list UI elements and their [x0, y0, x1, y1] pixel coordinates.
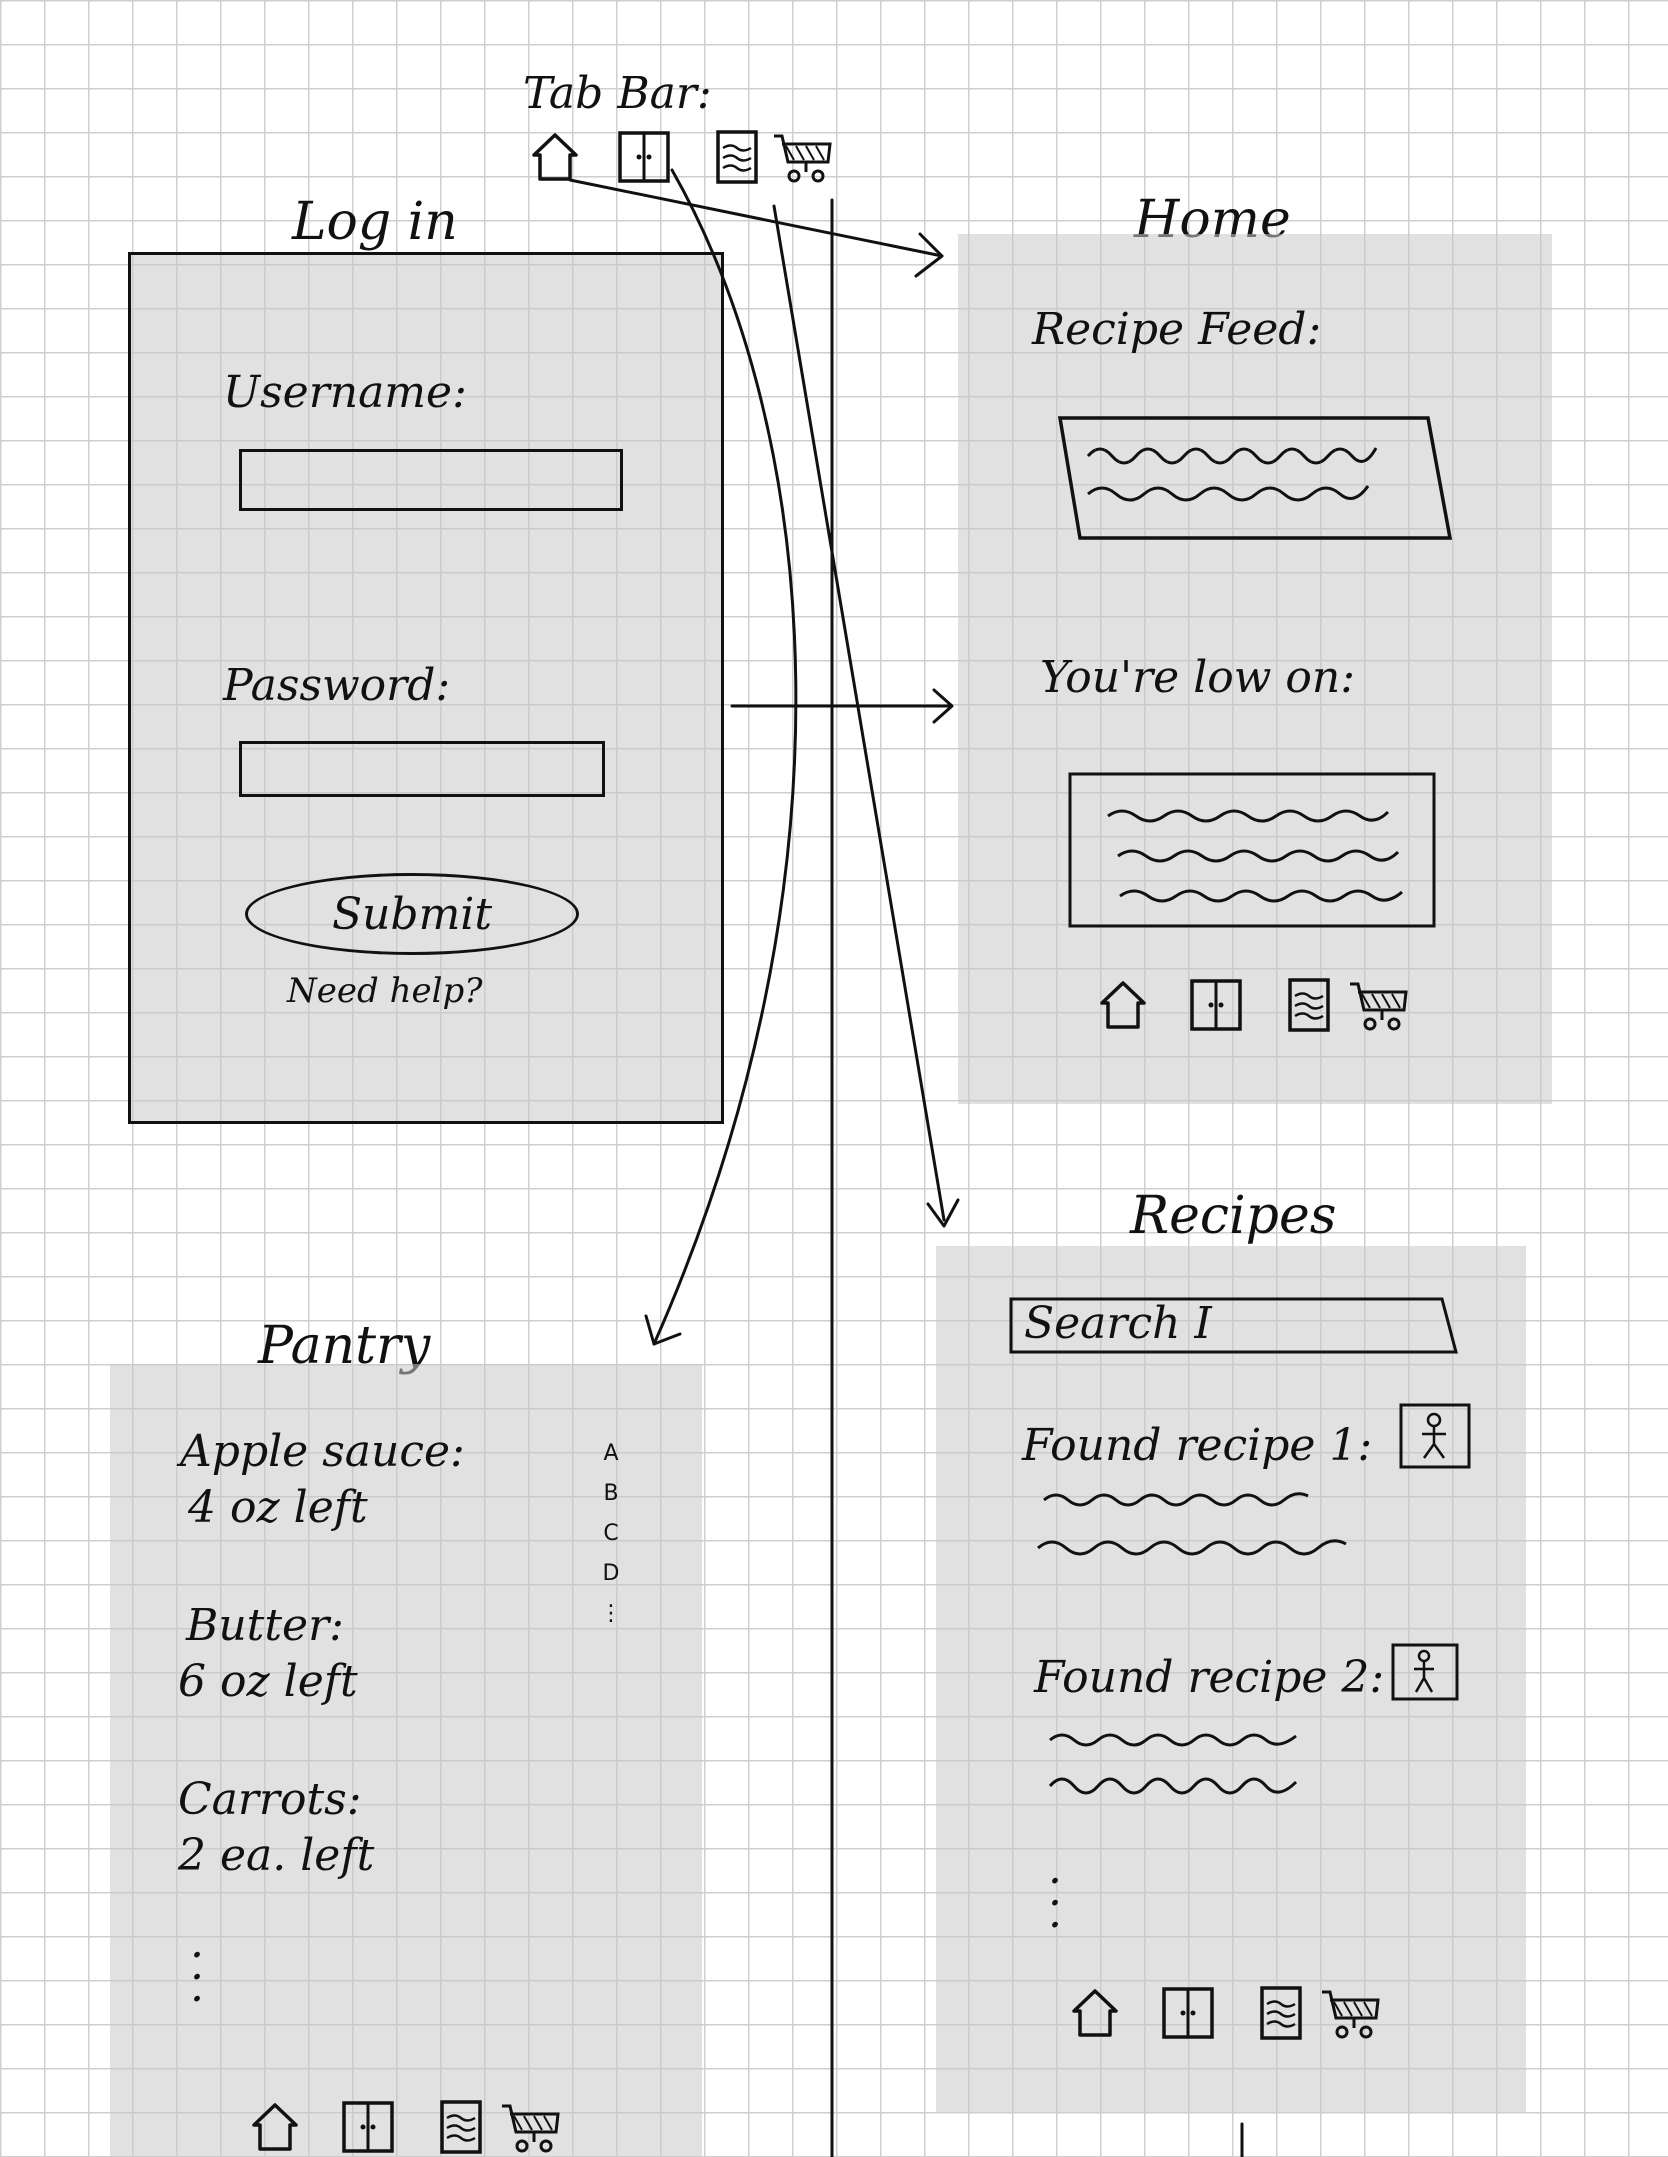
- flow-connectors: [568, 168, 1244, 2157]
- arrow-to-home: [568, 178, 944, 258]
- arrow-to-recipes: [772, 204, 946, 1222]
- arrow-to-pantry: [652, 168, 798, 1346]
